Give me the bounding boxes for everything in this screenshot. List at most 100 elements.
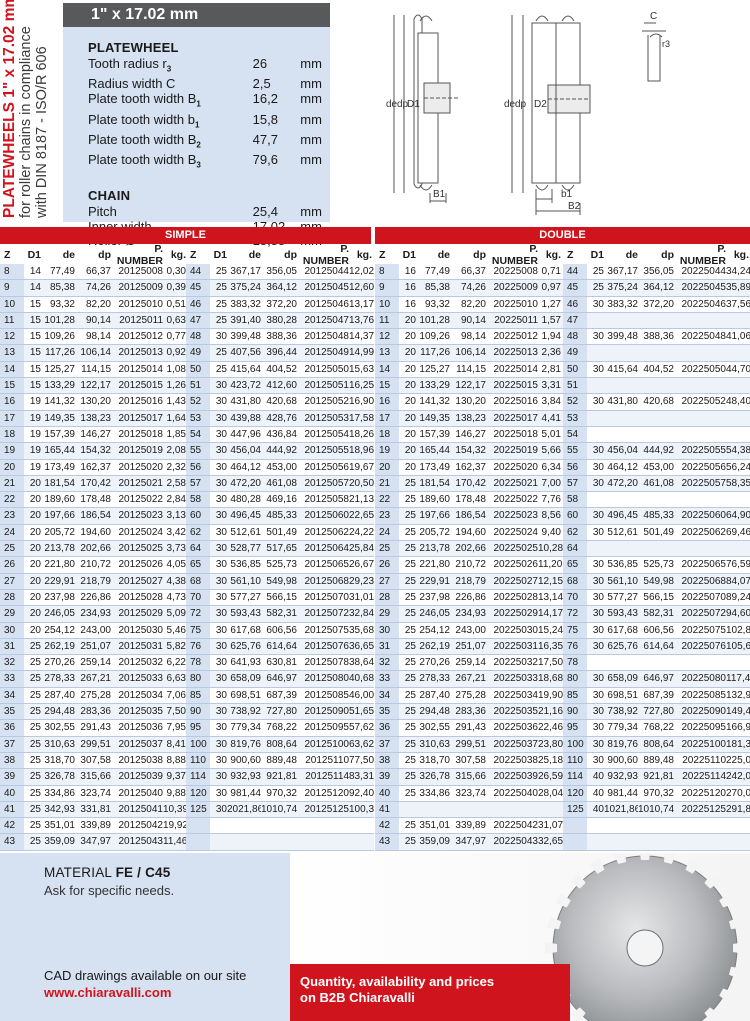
table-row: 8 16 77,49 66,37 20225008 0,71 [375, 264, 563, 281]
table-row: 11030900,60889,4820225110225,00 [563, 752, 750, 770]
table-cell: 20 [399, 312, 416, 329]
table-cell [638, 410, 674, 426]
cell-z: 35 [375, 704, 399, 720]
side-title-sub2: with DIN 8187 - ISO/R 606 [34, 46, 50, 218]
column-header: de [62, 248, 75, 261]
cell-z: 64 [563, 541, 587, 557]
table-cell: 117,43 [726, 671, 750, 687]
table-cell: 4,41 [538, 410, 563, 426]
table-cell: 20125085 [297, 687, 349, 704]
spec-label-text: Plate tooth width B [88, 152, 197, 168]
column-header: D1 [213, 248, 227, 261]
table-row: 43 25 359,09 347,97 20125043 11,46 [0, 834, 188, 851]
spec-panel: 1" x 17.02 mm PLATEWHEEL Tooth radius r3… [63, 3, 330, 248]
cell-z: 40 [375, 785, 399, 801]
table-cell: 63,62 [349, 736, 374, 752]
table-cell: 242,01 [726, 769, 750, 785]
table-cell: 30 [587, 606, 604, 622]
table-cell: 334,86 [41, 785, 75, 801]
website-link[interactable]: www.chiaravalli.com [44, 985, 171, 1000]
table-cell: 146,27 [75, 426, 111, 443]
table-row: 30 25 254,12 243,00 20225030 15,24 [375, 622, 563, 639]
table-cell: 3,73 [163, 541, 188, 557]
spec-unit: mm [300, 111, 322, 127]
table-cell: 25 [399, 785, 416, 801]
table-cell: 485,33 [261, 508, 297, 524]
spec-row: Plate tooth width B3 79,6 mm [88, 152, 330, 173]
table-cell: 20225050 [674, 361, 726, 378]
table-row: 44 25 367,17 356,05 20225044 34,24 [563, 264, 750, 281]
table-cell: 0,71 [538, 264, 563, 280]
table-cell: 93,32 [41, 296, 75, 312]
table-cell: 15,63 [349, 361, 374, 378]
table-cell: 528,77 [227, 541, 261, 557]
cell-z: 43 [0, 834, 24, 850]
table-cell: 20125055 [297, 443, 349, 459]
table-cell: 9,37 [163, 769, 188, 785]
table-cell: 2,08 [163, 443, 188, 459]
table-cell: 34,24 [726, 264, 750, 280]
table-cell: 74,26 [75, 280, 111, 296]
cell-z: 68 [186, 573, 210, 589]
table-cell: 7,06 [163, 687, 188, 704]
b2b-banner[interactable]: Quantity, availability and prices on B2B… [290, 964, 570, 1021]
table-row: 58 30 480,28 469,16 20125058 21,13 [186, 492, 374, 509]
table-cell: 32,65 [538, 834, 563, 850]
table-cell: 25 [24, 818, 41, 834]
table-cell: 20 [24, 557, 41, 573]
table-cell: 243,00 [75, 622, 111, 638]
table-row: 38 25 318,70 307,58 20125038 8,88 [0, 752, 188, 770]
table-cell: 302,55 [416, 720, 450, 736]
table-cell: 323,74 [75, 785, 111, 801]
table-row: 41 25 342,93 331,81 20125041 10,39 [0, 801, 188, 819]
table-cell: 1,94 [538, 329, 563, 345]
cell-z: 57 [563, 475, 587, 492]
cell-z: 24 [375, 524, 399, 541]
table-row: 64 30 528,77 517,65 20125064 25,84 [186, 541, 374, 558]
table-cell [486, 801, 538, 818]
table-cell: 25 [210, 345, 227, 361]
table-cell: 20125064 [297, 541, 349, 557]
spec-value: 16,2 [252, 91, 278, 107]
table-cell: 367,17 [604, 264, 638, 280]
table-cell: 30 [210, 671, 227, 687]
cell-z: 43 [375, 834, 399, 850]
table-cell [674, 312, 726, 329]
table-cell: 0,63 [163, 312, 188, 329]
table-cell: 20 [24, 606, 41, 622]
table-row: 28 20 237,98 226,86 20125028 4,73 [0, 589, 188, 607]
table-cell: 30 [587, 296, 604, 312]
table-cell [604, 655, 638, 671]
table-cell: 561,10 [227, 573, 261, 589]
table-cell: 779,34 [604, 720, 638, 736]
table-cell: 278,33 [41, 671, 75, 687]
table-cell: 20225100 [674, 736, 726, 752]
cell-z: 90 [186, 704, 210, 720]
table-cell: 20225008 [486, 264, 538, 280]
table-cell: 7,76 [538, 492, 563, 508]
table-cell: 932,93 [227, 769, 261, 785]
table-cell: 5,66 [538, 443, 563, 459]
table-cell: 4,73 [163, 589, 188, 606]
table-cell: 30 [587, 361, 604, 378]
table-cell: 20125028 [111, 589, 163, 606]
label-d2: D2 [534, 99, 547, 110]
spec-label-text: Plate tooth width B [88, 91, 197, 107]
table-cell: 6,22 [163, 655, 188, 671]
table-cell: 117,26 [41, 345, 75, 361]
table-row: 29 20 246,05 234,93 20125029 5,09 [0, 606, 188, 623]
spec-label-subscript: 3 [196, 160, 201, 170]
table-cell: 20125100 [297, 736, 349, 752]
table-cell [604, 818, 638, 834]
table-cell: 20125024 [111, 524, 163, 541]
table-cell: 122,17 [450, 378, 486, 394]
table-cell: 3,84 [538, 394, 563, 410]
table-cell: 25 [399, 622, 416, 638]
table-cell: 347,97 [75, 834, 111, 850]
table-cell: 287,40 [416, 687, 450, 704]
table-row: 21 20 181,54 170,42 20125021 2,58 [0, 475, 188, 493]
table-cell: 98,14 [75, 329, 111, 345]
cell-z: 38 [0, 752, 24, 769]
table-cell [538, 801, 563, 818]
table-cell: 20125053 [297, 410, 349, 426]
